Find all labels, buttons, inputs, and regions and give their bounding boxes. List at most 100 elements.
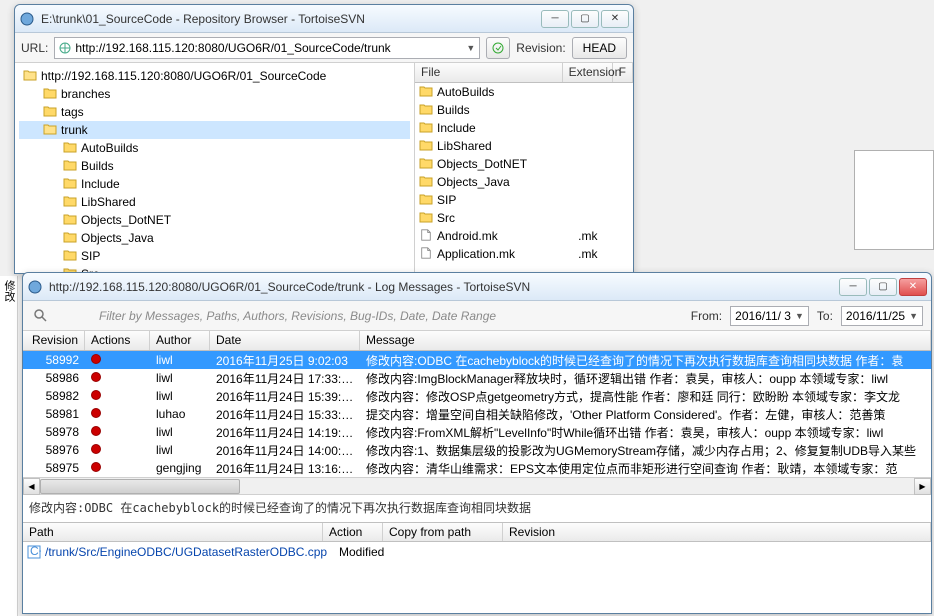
cell-date: 2016年11月24日 17:33:10 [210, 370, 360, 387]
scroll-left-button[interactable]: ◀ [23, 478, 40, 495]
col-actions[interactable]: Actions [85, 331, 150, 350]
cell-message: 提交内容：增量空间自相关缺陷修改，'Other Platform Conside… [360, 406, 931, 423]
tree-item[interactable]: http://192.168.115.120:8080/UGO6R/01_Sou… [19, 67, 410, 85]
chevron-down-icon: ▼ [909, 311, 918, 321]
path-rows[interactable]: C+ /trunk/Src/EngineODBC/UGDatasetRaster… [23, 542, 931, 562]
log-row[interactable]: 58986 liwl 2016年11月24日 17:33:10 修改内容:Img… [23, 369, 931, 387]
folder-icon [43, 87, 57, 102]
url-input-wrap[interactable]: ▼ [54, 37, 480, 59]
file-row[interactable]: Builds [415, 101, 633, 119]
file-name: Builds [437, 103, 574, 117]
log-titlebar[interactable]: http://192.168.115.120:8080/UGO6R/01_Sou… [23, 273, 931, 301]
file-ext: .mk [578, 229, 633, 243]
to-date-value: 2016/11/25 [846, 309, 905, 323]
log-row[interactable]: 58982 liwl 2016年11月24日 15:39:51 修改内容：修改O… [23, 387, 931, 405]
tree-item[interactable]: SIP [19, 247, 410, 265]
tree-item[interactable]: Objects_DotNET [19, 211, 410, 229]
tree-label: Include [81, 177, 120, 191]
folder-icon [43, 123, 57, 138]
cell-revision: 58981 [23, 407, 85, 421]
col-message[interactable]: Message [360, 331, 931, 350]
log-row[interactable]: 58975 gengjing 2016年11月24日 13:16:43 修改内容… [23, 459, 931, 477]
folder-icon [419, 139, 433, 154]
tree-item[interactable]: Builds [19, 157, 410, 175]
folder-icon [419, 121, 433, 136]
repo-titlebar[interactable]: E:\trunk\01_SourceCode - Repository Brow… [15, 5, 633, 33]
tree-item[interactable]: Include [19, 175, 410, 193]
col-revision[interactable]: Revision [23, 331, 85, 350]
revision-label: Revision: [516, 41, 565, 55]
log-rows[interactable]: 58992 liwl 2016年11月25日 9:02:03 修改内容:ODBC… [23, 351, 931, 477]
file-row[interactable]: Android.mk.mk [415, 227, 633, 245]
file-name: LibShared [437, 139, 574, 153]
message-detail[interactable]: 修改内容:ODBC 在cachebyblock的时候已经查询了的情况下再次执行数… [23, 494, 931, 522]
col-author[interactable]: Author [150, 331, 210, 350]
tree-label: Builds [81, 159, 114, 173]
file-row[interactable]: Objects_DotNET [415, 155, 633, 173]
tree-item[interactable]: LibShared [19, 193, 410, 211]
chevron-down-icon: ▼ [795, 311, 804, 321]
tree-item[interactable]: tags [19, 103, 410, 121]
scroll-right-button[interactable]: ▶ [914, 478, 931, 495]
col-f[interactable]: F [613, 63, 633, 82]
to-date[interactable]: 2016/11/25 ▼ [841, 306, 923, 326]
from-date[interactable]: 2016/11/ 3▼ [730, 306, 809, 326]
close-button[interactable]: ✕ [601, 10, 629, 28]
scroll-thumb[interactable] [40, 479, 240, 494]
path-headers: Path Action Copy from path Revision [23, 522, 931, 542]
folder-icon [43, 105, 57, 120]
tree-label: AutoBuilds [81, 141, 138, 155]
file-row[interactable]: Objects_Java [415, 173, 633, 191]
background-strip: 修改 [0, 276, 18, 616]
log-title: http://192.168.115.120:8080/UGO6R/01_Sou… [49, 280, 839, 294]
minimize-button[interactable]: ─ [541, 10, 569, 28]
col-action[interactable]: Action [323, 523, 383, 541]
log-headers: Revision Actions Author Date Message [23, 331, 931, 351]
tree-label: Objects_DotNET [81, 213, 171, 227]
tree-item[interactable]: AutoBuilds [19, 139, 410, 157]
log-row[interactable]: 58992 liwl 2016年11月25日 9:02:03 修改内容:ODBC… [23, 351, 931, 369]
url-dropdown-icon[interactable]: ▼ [466, 43, 475, 53]
file-row[interactable]: AutoBuilds [415, 83, 633, 101]
file-row[interactable]: Src [415, 209, 633, 227]
log-row[interactable]: 58976 liwl 2016年11月24日 14:00:29 修改内容:1、数… [23, 441, 931, 459]
col-date[interactable]: Date [210, 331, 360, 350]
search-icon[interactable] [31, 306, 51, 326]
folder-tree[interactable]: http://192.168.115.120:8080/UGO6R/01_Sou… [15, 63, 415, 273]
minimize-button[interactable]: ─ [839, 278, 867, 296]
folder-icon [63, 177, 77, 192]
maximize-button[interactable]: ▢ [571, 10, 599, 28]
log-row[interactable]: 58981 luhao 2016年11月24日 15:33:19 提交内容：增量… [23, 405, 931, 423]
col-path[interactable]: Path [23, 523, 323, 541]
action-icon [91, 462, 101, 472]
log-row[interactable]: 58978 liwl 2016年11月24日 14:19:12 修改内容:Fro… [23, 423, 931, 441]
action-icon [91, 444, 101, 454]
tree-item[interactable]: trunk [19, 121, 410, 139]
head-button[interactable]: HEAD [572, 37, 627, 59]
go-button[interactable] [486, 37, 510, 59]
tree-item[interactable]: branches [19, 85, 410, 103]
tree-label: SIP [81, 249, 100, 263]
filter-placeholder[interactable]: Filter by Messages, Paths, Authors, Revi… [59, 309, 683, 323]
file-row[interactable]: SIP [415, 191, 633, 209]
h-scrollbar[interactable]: ◀ ▶ [23, 477, 931, 494]
col-file[interactable]: File [415, 63, 563, 82]
cell-revision: 58975 [23, 461, 85, 475]
file-row[interactable]: Include [415, 119, 633, 137]
file-row[interactable]: LibShared [415, 137, 633, 155]
path-row[interactable]: C+ /trunk/Src/EngineODBC/UGDatasetRaster… [23, 542, 931, 562]
cell-revision: 58986 [23, 371, 85, 385]
file-list[interactable]: AutoBuilds Builds Include LibShared Objects_… [415, 83, 633, 263]
file-row[interactable]: Application.mk.mk [415, 245, 633, 263]
cell-message: 修改内容:1、数据集层级的投影改为UGMemoryStream存储，减少内存占用… [360, 442, 931, 459]
cell-revision: 58982 [23, 389, 85, 403]
tree-label: LibShared [81, 195, 136, 209]
col-copy-from[interactable]: Copy from path [383, 523, 503, 541]
cell-message: 修改内容:ImgBlockManager释放块时，循环逻辑出错 作者：袁昊，审核… [360, 370, 931, 387]
close-button[interactable]: ✕ [899, 278, 927, 296]
col-path-revision[interactable]: Revision [503, 523, 931, 541]
tree-item[interactable]: Objects_Java [19, 229, 410, 247]
maximize-button[interactable]: ▢ [869, 278, 897, 296]
url-input[interactable] [75, 41, 462, 55]
col-extension[interactable]: Extension [563, 63, 613, 82]
